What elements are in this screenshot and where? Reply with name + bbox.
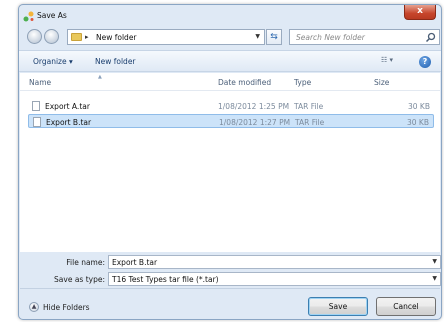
address-bar[interactable]: ▸ New folder ▼ (67, 29, 265, 45)
search-icon[interactable] (425, 32, 436, 43)
change-view-button[interactable]: ☷ ▾ (381, 56, 407, 68)
file-icon (32, 101, 40, 111)
file-date: 1/08/2012 1:25 PM (218, 102, 290, 111)
cancel-button[interactable]: Cancel (376, 297, 436, 316)
file-name: Export A.tar (45, 102, 90, 111)
hide-folders-icon[interactable]: ▲ (29, 302, 39, 312)
navigation-row: ▸ New folder ▼ ⇆ Search New folder (19, 25, 441, 49)
app-icon (23, 11, 34, 22)
close-button[interactable]: x (404, 5, 436, 20)
file-name-label: File name: (66, 258, 105, 267)
file-size: 30 KB (408, 102, 430, 111)
sort-arrow-icon: ▲ (98, 74, 102, 80)
breadcrumb-chevron-icon[interactable]: ▸ (85, 33, 89, 41)
column-header-size[interactable]: Size (374, 78, 389, 87)
save-as-type-select[interactable]: T16 Test Types tar file (*.tar) ▼ (108, 272, 441, 286)
file-size: 30 KB (407, 118, 429, 127)
column-header-date-modified[interactable]: Date modified (218, 78, 271, 87)
chevron-down-icon[interactable]: ▼ (432, 258, 437, 265)
file-icon (33, 117, 41, 127)
title-bar[interactable]: Save As x (19, 5, 441, 25)
organize-menu[interactable]: Organize ▾ (33, 57, 73, 66)
help-icon[interactable]: ? (419, 56, 431, 68)
save-button[interactable]: Save (308, 297, 368, 316)
refresh-button[interactable]: ⇆ (266, 29, 282, 45)
save-as-type-label: Save as type: (54, 275, 105, 284)
hide-folders-button[interactable]: Hide Folders (43, 303, 90, 312)
address-dropdown-icon[interactable]: ▼ (255, 33, 260, 40)
file-list[interactable]: Name ▲ Date modified Type Size Export A.… (20, 73, 440, 252)
file-date: 1/08/2012 1:27 PM (219, 118, 291, 127)
chevron-down-icon[interactable]: ▼ (432, 275, 437, 282)
view-options-icon: ☷ ▾ (381, 56, 394, 64)
file-name-field[interactable]: Export B.tar ▼ (108, 255, 441, 269)
footer-divider (20, 288, 440, 289)
back-button[interactable] (27, 29, 42, 44)
save-as-dialog: Save As x ▸ New folder ▼ ⇆ Search New fo… (18, 4, 442, 320)
file-row[interactable]: Export A.tar 1/08/2012 1:25 PM TAR File … (28, 99, 434, 113)
file-row-selected[interactable]: Export B.tar 1/08/2012 1:27 PM TAR File … (28, 114, 434, 128)
file-name-value[interactable]: Export B.tar (112, 258, 157, 267)
save-as-type-value[interactable]: T16 Test Types tar file (*.tar) (112, 275, 219, 284)
command-bar: Organize ▾ New folder ☷ ▾ ? (19, 50, 441, 72)
breadcrumb-current-folder[interactable]: New folder (96, 33, 137, 42)
file-type: TAR File (295, 118, 325, 127)
file-type: TAR File (294, 102, 324, 111)
folder-icon (71, 33, 82, 41)
column-header-type[interactable]: Type (294, 78, 311, 87)
forward-button[interactable] (44, 29, 59, 44)
file-name: Export B.tar (46, 118, 92, 127)
search-input[interactable]: Search New folder (296, 33, 365, 42)
new-folder-button[interactable]: New folder (95, 57, 136, 66)
search-box[interactable]: Search New folder (289, 29, 440, 45)
column-header-name[interactable]: Name (29, 78, 51, 87)
header-divider (20, 90, 440, 91)
window-title: Save As (37, 11, 67, 20)
refresh-icon: ⇆ (270, 32, 278, 42)
